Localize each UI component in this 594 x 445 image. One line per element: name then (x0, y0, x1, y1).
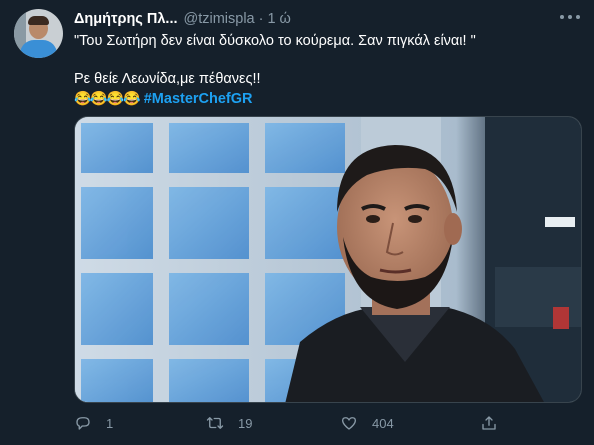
reply-button[interactable]: 1 (74, 410, 113, 436)
tweet-emoji-hashtag-line: 😂😂😂😂 #MasterChefGR (74, 89, 574, 109)
share-button[interactable] (480, 410, 498, 436)
laughing-emoji-row: 😂😂😂😂 (74, 90, 141, 106)
tweet-text: "Του Σωτήρη δεν είναι δύσκολο το κούρεμα… (74, 32, 574, 109)
hashtag-link[interactable]: #MasterChefGR (144, 91, 253, 107)
tweet[interactable]: Δημήτρης Πλ... @tzimispla · 1 ώ "Του Σωτ… (0, 0, 594, 445)
retweet-button[interactable]: 19 (206, 410, 252, 436)
like-button[interactable]: 404 (340, 410, 394, 436)
retweet-count: 19 (238, 415, 253, 431)
avatar[interactable] (14, 9, 63, 58)
retweet-icon (206, 417, 224, 429)
tweet-actions: 1 19 404 (74, 410, 574, 436)
more-icon[interactable] (560, 10, 580, 24)
separator-dot: · (258, 11, 264, 27)
tweet-header: Δημήτρης Πλ... @tzimispla · 1 ώ (74, 10, 291, 28)
media-photo (75, 117, 581, 402)
like-icon (341, 417, 357, 430)
tweet-timestamp[interactable]: 1 ώ (267, 11, 290, 27)
tweet-media-image[interactable] (74, 116, 582, 403)
tweet-comment-line: Ρε θείε Λεωνίδα,με πέθανες!! (74, 71, 261, 87)
author-name[interactable]: Δημήτρης Πλ... (74, 11, 178, 27)
reply-count: 1 (106, 415, 114, 431)
reply-icon (76, 417, 90, 430)
author-handle[interactable]: @tzimispla (184, 11, 255, 27)
tweet-quote-line: "Του Σωτήρη δεν είναι δύσκολο το κούρεμα… (74, 33, 476, 49)
share-icon (482, 416, 496, 430)
like-count: 404 (372, 415, 394, 431)
